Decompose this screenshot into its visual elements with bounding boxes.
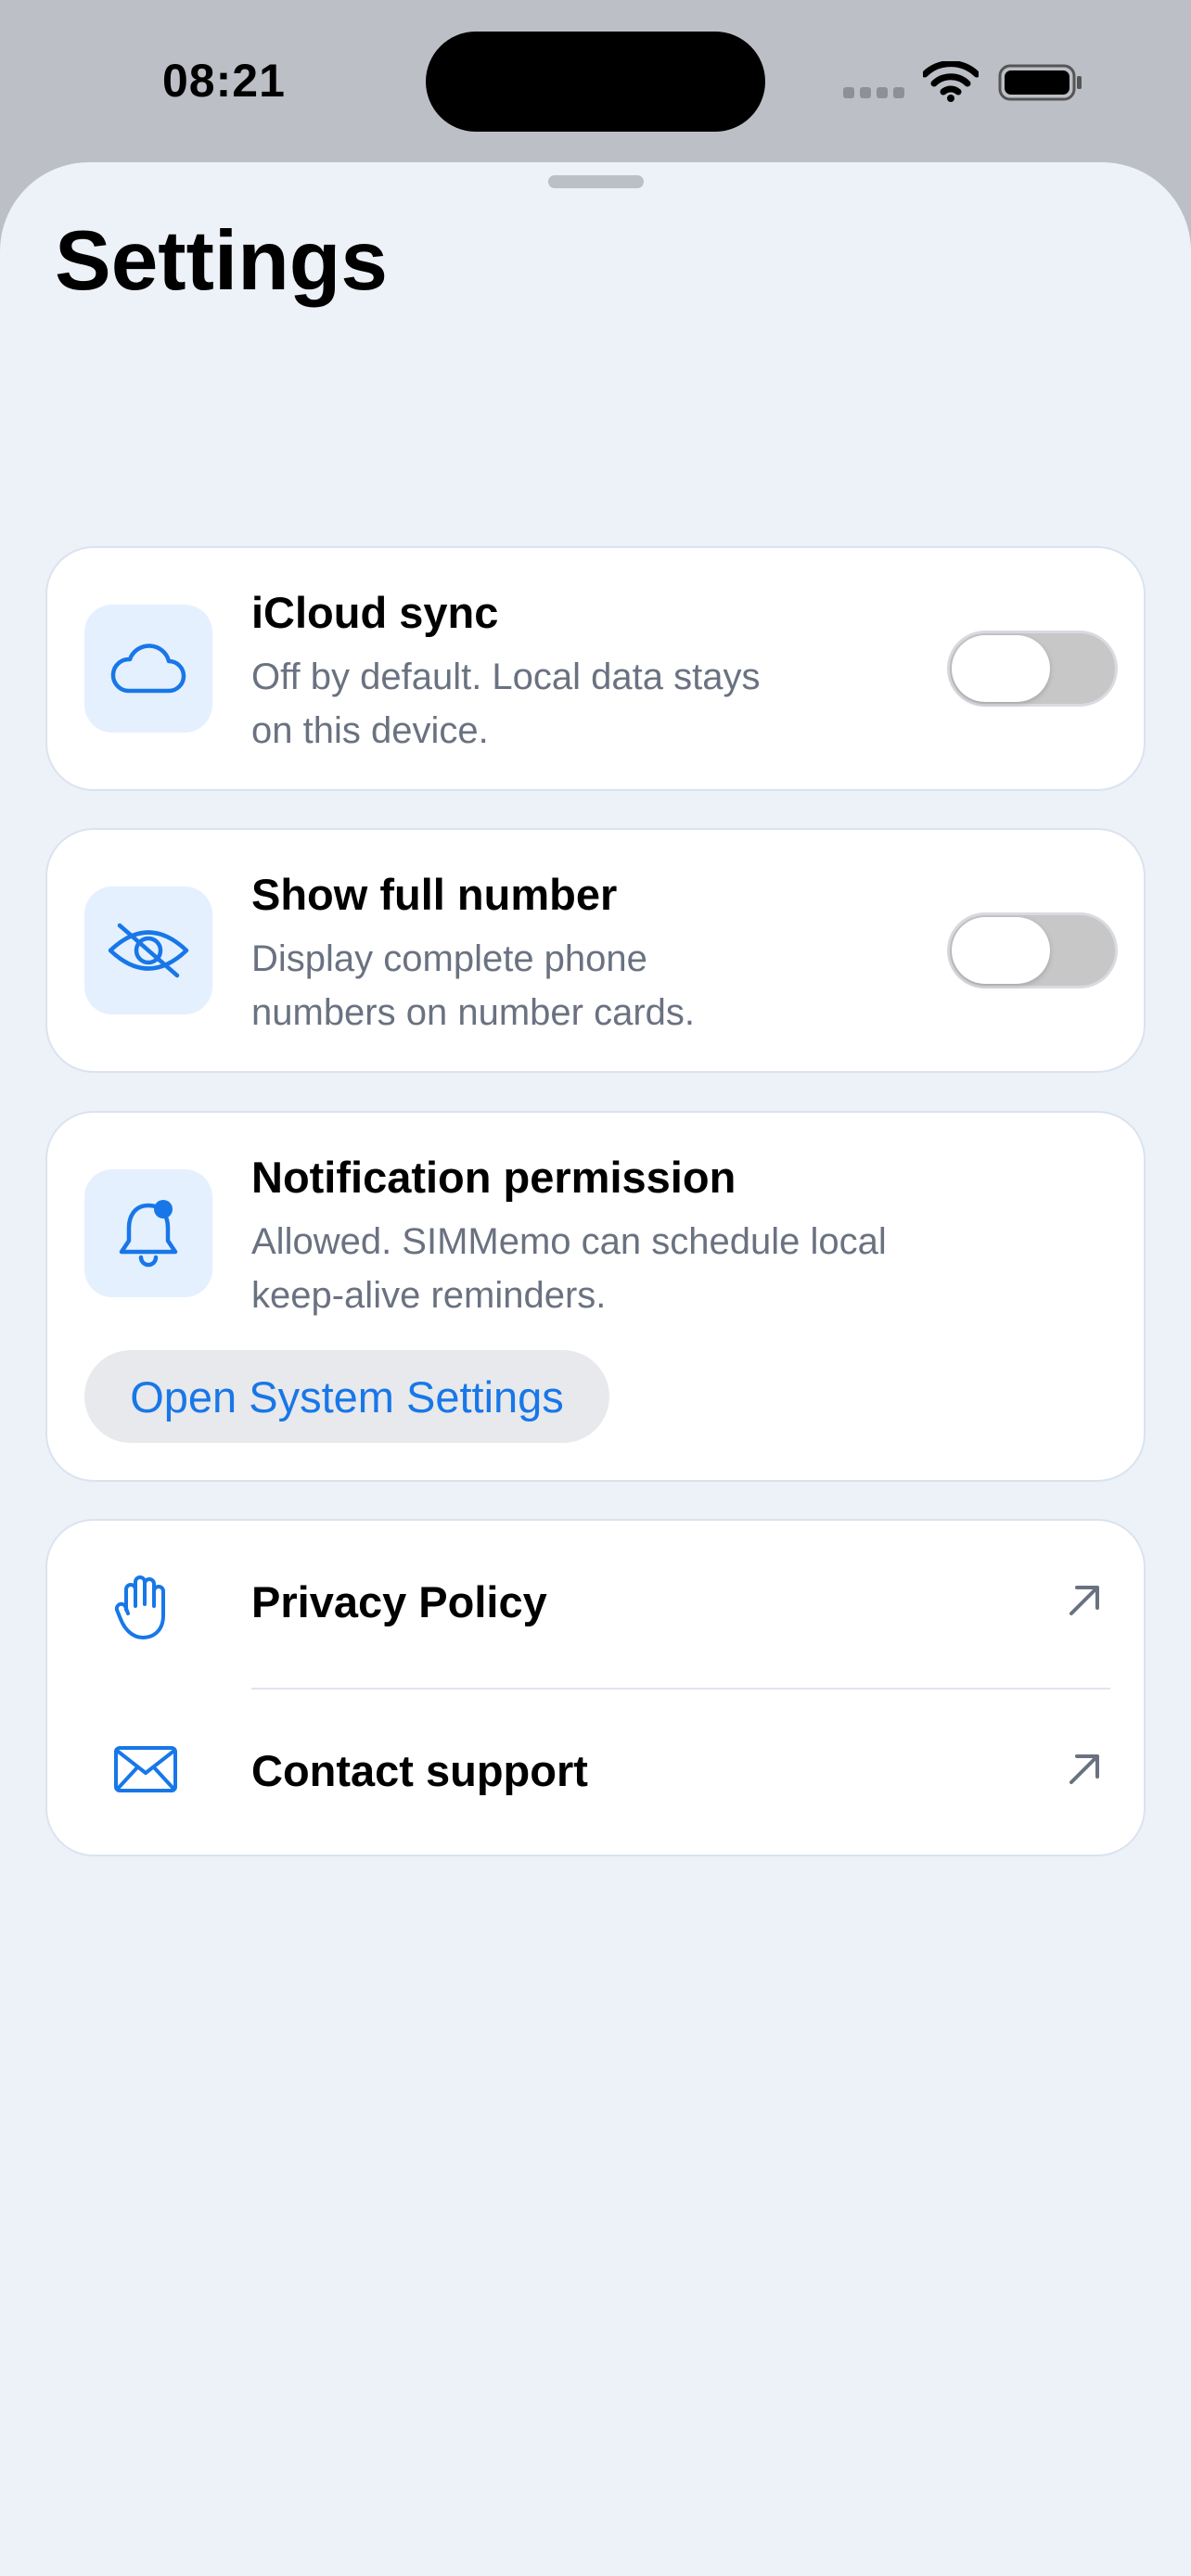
privacy-policy-label: Privacy Policy [251,1577,547,1626]
dynamic-island [426,32,765,132]
show-full-number-toggle[interactable] [947,912,1118,988]
show-full-number-desc-line1: Display complete phone [251,938,647,979]
privacy-policy-link[interactable]: Privacy Policy [47,1521,1147,1690]
page-title: Settings [55,214,388,308]
links-card: Privacy Policy Contact support [45,1519,1146,1856]
notification-permission-title: Notification permission [251,1153,736,1202]
notification-icon-tile [84,1169,212,1297]
wifi-icon [923,61,979,102]
battery-icon [998,64,1082,101]
bell-badge-icon [119,1200,178,1268]
status-bar: 08:21 [0,0,1191,162]
status-time: 08:21 [162,55,286,107]
icloud-sync-card: iCloud sync Off by default. Local data s… [45,546,1146,791]
sheet-grabber[interactable] [548,175,644,188]
envelope-icon [114,1746,177,1792]
show-full-number-desc-line2: numbers on number cards. [251,992,696,1033]
eye-slash-icon [108,923,189,978]
notification-permission-desc-line1: Allowed. SIMMemo can schedule local [251,1221,887,1262]
show-full-number-card: Show full number Display complete phone … [45,828,1146,1073]
contact-support-label: Contact support [251,1746,588,1795]
toggle-knob [952,635,1050,702]
notification-permission-desc-line2: keep-alive reminders. [251,1275,607,1316]
arrow-up-right-icon [1069,1754,1099,1784]
icloud-sync-toggle[interactable] [947,631,1118,707]
open-system-settings-button[interactable]: Open System Settings [84,1350,609,1443]
icloud-sync-desc-line2: on this device. [251,710,489,751]
show-full-number-title: Show full number [251,870,618,919]
toggle-knob [952,917,1050,984]
cloud-icon [110,644,186,694]
notification-permission-card: Notification permission Allowed. SIMMemo… [45,1111,1146,1482]
icloud-sync-title: iCloud sync [251,588,499,637]
contact-support-link[interactable]: Contact support [47,1690,1147,1856]
full-number-icon-tile [84,886,212,1014]
icloud-sync-desc-line1: Off by default. Local data stays [251,657,761,697]
hand-raised-icon [114,1575,165,1639]
cellular-signal-icon [843,87,904,98]
arrow-up-right-icon [1069,1586,1099,1615]
icloud-icon-tile [84,605,212,733]
